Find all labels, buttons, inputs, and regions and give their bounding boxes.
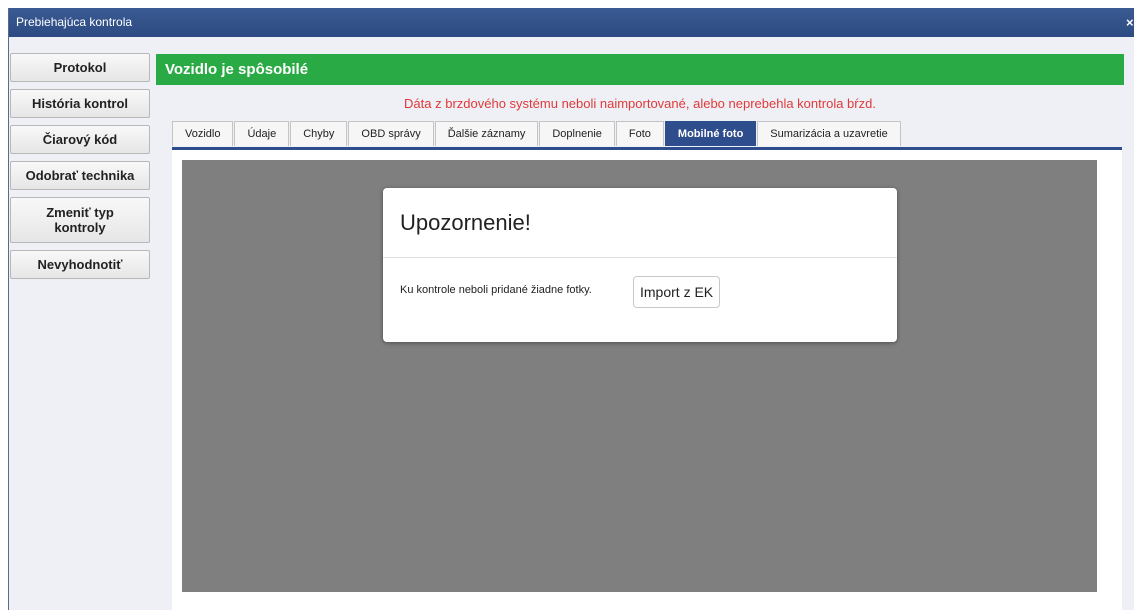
vehicle-status-banner: Vozidlo je spôsobilé: [156, 54, 1124, 85]
protocol-button[interactable]: Protokol: [10, 53, 150, 82]
modal-title: Upozornenie!: [383, 188, 897, 258]
tab-photo[interactable]: Foto: [615, 121, 664, 146]
brake-data-warning: Dáta z brzdového systému neboli naimport…: [404, 96, 876, 111]
modal-message: Ku kontrole neboli pridané žiadne fotky.: [400, 284, 592, 296]
warning-modal: Upozornenie! Ku kontrole neboli pridané …: [383, 188, 897, 342]
window-titlebar: Prebiehajúca kontrola ×: [9, 8, 1134, 37]
import-from-ek-button[interactable]: Import z EK: [633, 276, 721, 308]
change-inspection-type-button[interactable]: Zmeniť typ kontroly: [10, 197, 150, 243]
sidebar: Protokol História kontrol Čiarový kód Od…: [10, 53, 150, 286]
inspection-history-button[interactable]: História kontrol: [10, 89, 150, 118]
tab-other-records[interactable]: Ďalšie záznamy: [434, 121, 539, 146]
tab-vehicle[interactable]: Vozidlo: [172, 121, 234, 146]
barcode-button[interactable]: Čiarový kód: [10, 125, 150, 154]
tab-supplement[interactable]: Doplnenie: [539, 121, 615, 146]
tab-defects[interactable]: Chyby: [290, 121, 348, 146]
modal-body: Ku kontrole neboli pridané žiadne fotky.…: [383, 258, 897, 342]
change-inspection-type-label-2: kontroly: [54, 220, 106, 235]
tab-obd-messages[interactable]: OBD správy: [348, 121, 434, 146]
remove-technician-button[interactable]: Odobrať technika: [10, 161, 150, 190]
tab-mobile-photo[interactable]: Mobilné foto: [664, 121, 757, 146]
change-inspection-type-label-1: Zmeniť typ: [46, 205, 114, 220]
close-icon[interactable]: ×: [1126, 8, 1134, 37]
tab-summary-closing[interactable]: Sumarizácia a uzavretie: [757, 121, 901, 146]
not-evaluate-button[interactable]: Nevyhodnotiť: [10, 250, 150, 279]
tab-data[interactable]: Údaje: [234, 121, 290, 146]
window-title: Prebiehajúca kontrola: [16, 15, 133, 29]
tab-bar: Vozidlo Údaje Chyby OBD správy Ďalšie zá…: [172, 121, 902, 147]
